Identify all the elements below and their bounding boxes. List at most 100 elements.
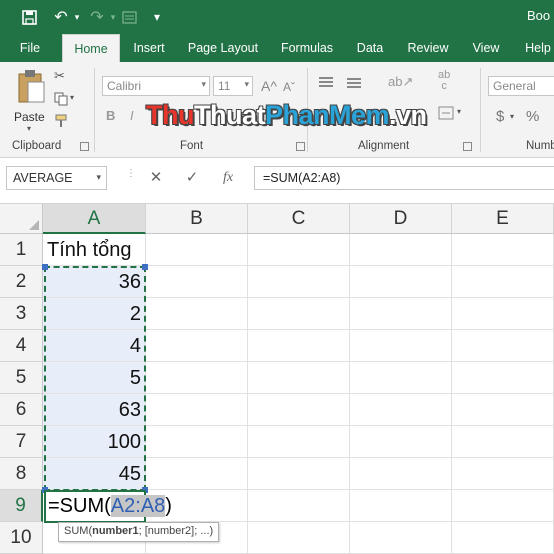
clipboard-launcher-icon[interactable] (80, 142, 89, 151)
cell-d4[interactable] (350, 330, 452, 362)
cell-d10[interactable] (350, 522, 452, 554)
cell-c1[interactable] (248, 234, 350, 266)
row-header-7[interactable]: 7 (0, 426, 43, 458)
cell-b4[interactable] (146, 330, 248, 362)
cell-d7[interactable] (350, 426, 452, 458)
row-header-6[interactable]: 6 (0, 394, 43, 426)
cell-b8[interactable] (146, 458, 248, 490)
tab-home[interactable]: Home (62, 34, 120, 62)
font-name-combo[interactable]: Calibri ▾ (102, 76, 210, 96)
cell-d5[interactable] (350, 362, 452, 394)
row-header-8[interactable]: 8 (0, 458, 43, 490)
currency-button[interactable]: $ (496, 108, 504, 125)
cell-e1[interactable] (452, 234, 554, 266)
orientation-icon[interactable]: ab↗ (388, 74, 413, 90)
customize-toolbar-icon[interactable]: ▾ (146, 6, 168, 28)
cell-b2[interactable] (146, 266, 248, 298)
cell-b5[interactable] (146, 362, 248, 394)
tab-insert[interactable]: Insert (126, 34, 172, 62)
cell-b6[interactable] (146, 394, 248, 426)
tab-file[interactable]: File (10, 34, 50, 62)
tab-review[interactable]: Review (404, 34, 452, 62)
font-launcher-icon[interactable] (296, 142, 305, 151)
cell-d8[interactable] (350, 458, 452, 490)
cell-c9[interactable] (248, 490, 350, 522)
enter-icon[interactable]: ✓ (180, 166, 204, 190)
font-size-combo[interactable]: 11 ▾ (213, 76, 253, 96)
save-icon[interactable] (18, 6, 40, 28)
insert-function-button[interactable]: fx (216, 166, 240, 190)
cancel-icon[interactable]: ✕ (144, 166, 168, 190)
cell-e5[interactable] (452, 362, 554, 394)
align-middle-icon[interactable] (346, 76, 362, 93)
column-header-b[interactable]: B (146, 204, 248, 234)
cell-d3[interactable] (350, 298, 452, 330)
tab-help[interactable]: Help (518, 34, 554, 62)
tab-view[interactable]: View (466, 34, 506, 62)
cell-d2[interactable] (350, 266, 452, 298)
cut-icon[interactable]: ✂ (54, 68, 65, 84)
cell-e10[interactable] (452, 522, 554, 554)
align-top-icon[interactable] (318, 76, 334, 93)
italic-button[interactable]: I (130, 108, 134, 123)
grow-font-button[interactable]: A^ (261, 78, 277, 94)
cell-a1[interactable]: Tính tổng (43, 234, 146, 266)
cell-c5[interactable] (248, 362, 350, 394)
cell-a2[interactable]: 36 (43, 266, 146, 298)
cell-c10[interactable] (248, 522, 350, 554)
alignment-launcher-icon[interactable] (463, 142, 472, 151)
cell-a5[interactable]: 5 (43, 362, 146, 394)
column-header-a[interactable]: A (43, 204, 146, 234)
currency-dropdown-icon[interactable]: ▾ (510, 112, 514, 121)
cell-d1[interactable] (350, 234, 452, 266)
cell-d9[interactable] (350, 490, 452, 522)
wrap-text-icon[interactable]: ab c (438, 70, 450, 92)
cell-e3[interactable] (452, 298, 554, 330)
merge-dropdown-icon[interactable]: ▾ (457, 107, 461, 116)
column-header-d[interactable]: D (350, 204, 452, 234)
formula-input[interactable]: =SUM(A2:A8) (254, 166, 554, 190)
percent-button[interactable]: % (526, 108, 539, 125)
paste-button[interactable]: Paste ▾ (12, 68, 50, 133)
cell-a4[interactable]: 4 (43, 330, 146, 362)
cell-e9[interactable] (452, 490, 554, 522)
copy-icon[interactable] (54, 92, 68, 109)
tab-data[interactable]: Data (350, 34, 390, 62)
row-header-9[interactable]: 9 (0, 490, 43, 522)
cell-b7[interactable] (146, 426, 248, 458)
shrink-font-button[interactable]: Aˇ (283, 80, 295, 94)
form-icon[interactable] (118, 6, 140, 28)
cell-a6[interactable]: 63 (43, 394, 146, 426)
number-format-combo[interactable]: General (488, 76, 554, 96)
row-header-4[interactable]: 4 (0, 330, 43, 362)
undo-dropdown-icon[interactable]: ▾ (66, 6, 88, 28)
column-header-e[interactable]: E (452, 204, 554, 234)
cell-c7[interactable] (248, 426, 350, 458)
cell-c2[interactable] (248, 266, 350, 298)
function-tooltip[interactable]: SUM(number1; [number2]; ...) (58, 522, 220, 542)
copy-dropdown-icon[interactable]: ▾ (70, 93, 74, 102)
cell-e8[interactable] (452, 458, 554, 490)
cell-c6[interactable] (248, 394, 350, 426)
tab-page-layout[interactable]: Page Layout (184, 34, 262, 62)
row-header-5[interactable]: 5 (0, 362, 43, 394)
cell-a7[interactable]: 100 (43, 426, 146, 458)
cell-d6[interactable] (350, 394, 452, 426)
cell-c3[interactable] (248, 298, 350, 330)
tab-formulas[interactable]: Formulas (276, 34, 338, 62)
bold-button[interactable]: B (106, 108, 115, 123)
cell-a3[interactable]: 2 (43, 298, 146, 330)
row-header-3[interactable]: 3 (0, 298, 43, 330)
cell-c4[interactable] (248, 330, 350, 362)
name-box[interactable]: AVERAGE ▾ (6, 166, 107, 190)
select-all-button[interactable] (0, 204, 43, 234)
cell-a9-editor[interactable]: =SUM(A2:A8) (44, 490, 172, 523)
cell-b3[interactable] (146, 298, 248, 330)
row-header-1[interactable]: 1 (0, 234, 43, 266)
row-header-10[interactable]: 10 (0, 522, 43, 554)
cell-e6[interactable] (452, 394, 554, 426)
cell-e7[interactable] (452, 426, 554, 458)
cell-e4[interactable] (452, 330, 554, 362)
cell-c8[interactable] (248, 458, 350, 490)
row-header-2[interactable]: 2 (0, 266, 43, 298)
